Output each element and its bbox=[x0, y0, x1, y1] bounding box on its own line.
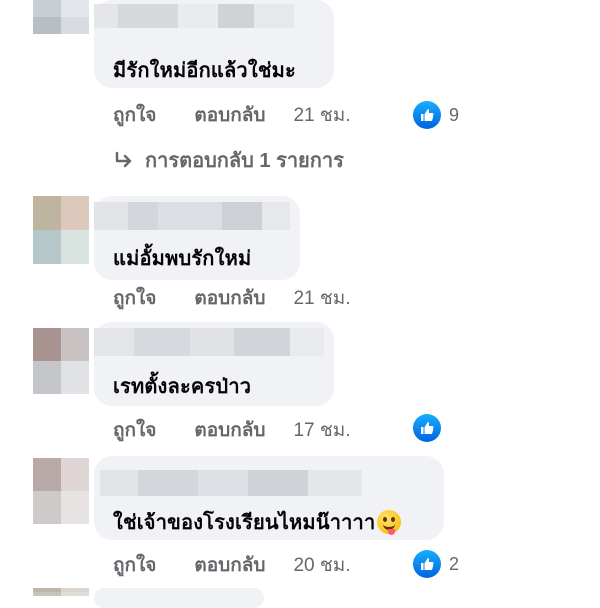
comment-text: ใช่เจ้าของโรงเรียนไหมน๊าาาา bbox=[113, 506, 402, 538]
reply-button[interactable]: ตอบกลับ bbox=[194, 100, 265, 130]
reply-button[interactable]: ตอบกลับ bbox=[194, 550, 265, 580]
comment-text: เรทตั้งละครป่าว bbox=[113, 376, 252, 398]
comment-text: มีรักใหม่อีกแล้วใช่มะ bbox=[113, 60, 296, 82]
comment-text: แม่อั้มพบรักใหม่ bbox=[113, 248, 252, 270]
like-button[interactable]: ถูกใจ bbox=[113, 283, 156, 313]
comment-actions: ถูกใจ ตอบกลับ 20 ชม. bbox=[113, 551, 351, 579]
comment-bubble: แม่อั้มพบรักใหม่ bbox=[94, 196, 300, 280]
view-replies-label: การตอบกลับ 1 รายการ bbox=[145, 150, 344, 172]
comment-bubble: ใช่เจ้าของโรงเรียนไหมน๊าาาา bbox=[94, 456, 444, 540]
timestamp[interactable]: 20 ชม. bbox=[293, 550, 350, 580]
winking-tongue-emoji bbox=[377, 509, 402, 535]
comment-actions: ถูกใจ ตอบกลับ 17 ชม. bbox=[113, 416, 351, 444]
blurred-author-name[interactable] bbox=[94, 202, 290, 230]
like-icon bbox=[413, 414, 441, 442]
reply-button[interactable]: ตอบกลับ bbox=[194, 415, 265, 445]
like-button[interactable]: ถูกใจ bbox=[113, 550, 156, 580]
reaction-summary[interactable]: 9 bbox=[413, 101, 459, 129]
like-icon bbox=[413, 101, 441, 129]
comment-bubble: เรทตั้งละครป่าว bbox=[94, 322, 334, 406]
avatar[interactable] bbox=[33, 196, 89, 264]
reaction-summary[interactable] bbox=[413, 414, 441, 442]
avatar[interactable] bbox=[33, 328, 89, 394]
comment-bubble: มีรักใหม่อีกแล้วใช่มะ bbox=[94, 0, 334, 88]
blurred-author-name[interactable] bbox=[94, 328, 324, 356]
reaction-count: 9 bbox=[449, 104, 460, 125]
like-button[interactable]: ถูกใจ bbox=[113, 100, 156, 130]
comment-bubble bbox=[94, 588, 264, 608]
avatar[interactable] bbox=[33, 458, 89, 524]
reply-arrow-icon bbox=[115, 151, 132, 168]
timestamp[interactable]: 21 ชม. bbox=[293, 100, 350, 130]
timestamp[interactable]: 21 ชม. bbox=[293, 283, 350, 313]
reaction-count: 2 bbox=[449, 553, 460, 574]
view-replies-link[interactable]: การตอบกลับ 1 รายการ bbox=[113, 146, 344, 174]
like-icon bbox=[413, 550, 441, 578]
timestamp[interactable]: 17 ชม. bbox=[293, 415, 350, 445]
comment-actions: ถูกใจ ตอบกลับ 21 ชม. bbox=[113, 101, 351, 129]
like-button[interactable]: ถูกใจ bbox=[113, 415, 156, 445]
avatar[interactable] bbox=[33, 0, 89, 34]
comment-actions: ถูกใจ ตอบกลับ 21 ชม. bbox=[113, 284, 351, 312]
reply-button[interactable]: ตอบกลับ bbox=[194, 283, 265, 313]
reaction-summary[interactable]: 2 bbox=[413, 550, 459, 578]
comment-text-content: ใช่เจ้าของโรงเรียนไหมน๊าาาา bbox=[113, 512, 376, 534]
blurred-author-name[interactable] bbox=[100, 470, 362, 496]
blurred-author-name[interactable] bbox=[94, 4, 294, 28]
